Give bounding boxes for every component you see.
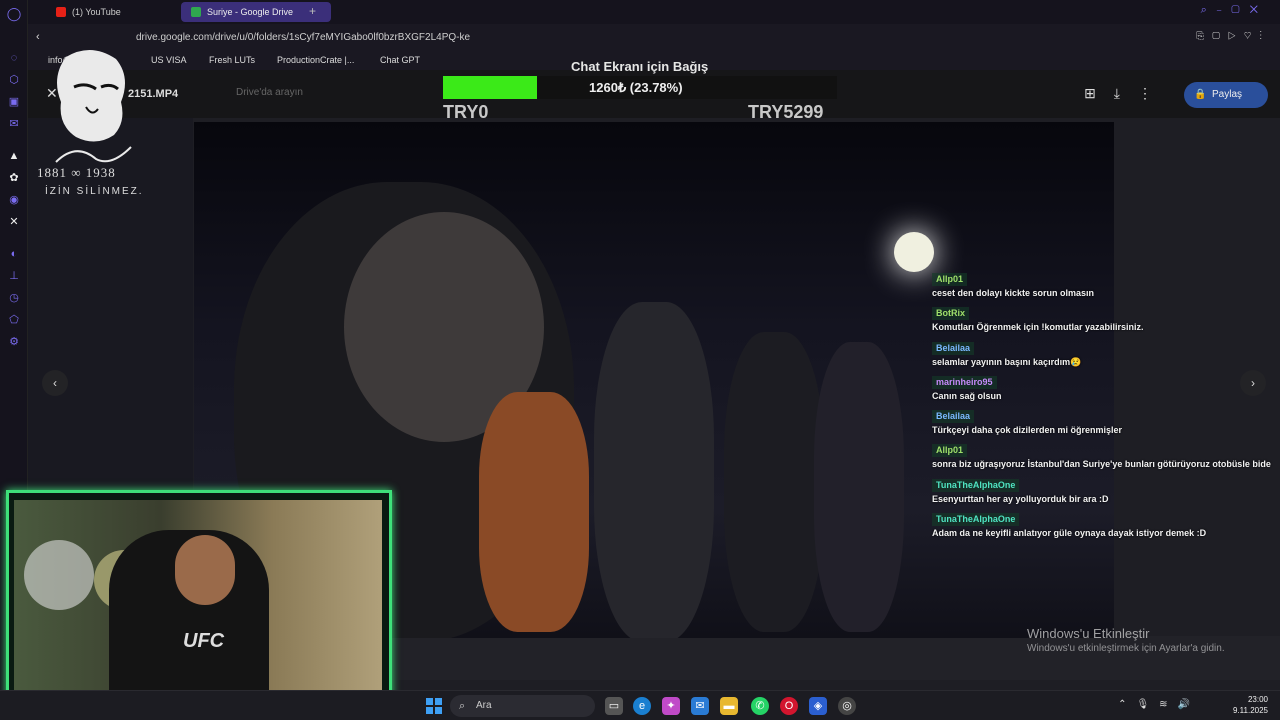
screen: ◯ ◌ ⬡ ▣ ✉ ▲ ✿ ◉ ✕ ◐ ⊥ ◷ ⬠ ⚙ (1) YouTube … bbox=[0, 0, 1280, 720]
taskbar-search-placeholder: Ara bbox=[476, 700, 492, 711]
previous-arrow-icon[interactable]: ‹ bbox=[42, 370, 68, 396]
aria-icon[interactable]: ◌ bbox=[6, 50, 22, 66]
activation-watermark-subtitle: Windows'u etkinleştirmek için Ayarlar'a … bbox=[1027, 643, 1225, 654]
window-controls[interactable]: ⌕⎯▢✕ bbox=[1201, 4, 1268, 17]
tab-label: Suriye - Google Drive bbox=[207, 7, 294, 17]
chat-username[interactable]: TunaTheAlphaOne bbox=[932, 513, 1020, 527]
bookmark-item[interactable]: US VISA bbox=[151, 55, 187, 65]
chat-text: Adam da ne keyifli anlatıyor güle oynaya… bbox=[932, 528, 1207, 539]
discord-icon[interactable]: ◉ bbox=[6, 192, 22, 208]
person-crowd bbox=[724, 332, 824, 632]
outlook-icon[interactable]: ✉ bbox=[691, 697, 709, 715]
streamer-head bbox=[175, 535, 235, 605]
search-icon: ⌕ bbox=[459, 700, 466, 712]
chat-username[interactable]: marinheiro95 bbox=[932, 375, 997, 389]
chat-message: BotRix Komutları Öğrenmek için !komutlar … bbox=[928, 306, 1280, 340]
bookmark-item[interactable]: ProductionCrate |... bbox=[277, 55, 354, 65]
chat-username[interactable]: Allp01 bbox=[932, 444, 968, 458]
decor-light bbox=[24, 540, 94, 610]
donation-progress-bar: 1260₺ (23.78%) bbox=[443, 76, 837, 99]
clock-date: 9.11.2025 bbox=[1233, 706, 1268, 715]
donation-min-label: TRY0 bbox=[443, 102, 489, 122]
taskbar: ⌕ Ara ▭ e ✦ ✉ ▬ ✆ O ◈ ◎ ⌃🎙≋🔊 23:00 9.11.… bbox=[0, 690, 1280, 720]
chat-message: TunaTheAlphaOne Esenyurttan her ay yolluy… bbox=[928, 478, 1280, 512]
extensions-icon[interactable]: ⬠ bbox=[6, 312, 22, 328]
ai-icon[interactable]: ◐ bbox=[6, 246, 22, 262]
pin-icon[interactable]: ⊥ bbox=[6, 268, 22, 284]
url-field[interactable]: drive.google.com/drive/u/0/folders/1sCyf… bbox=[136, 32, 470, 43]
shirt-logo: UFC bbox=[183, 630, 225, 652]
edge-icon[interactable]: e bbox=[633, 697, 651, 715]
tab-youtube[interactable]: (1) YouTube bbox=[46, 2, 186, 22]
youtube-icon bbox=[56, 7, 66, 17]
google-drive-icon bbox=[191, 7, 201, 17]
bookmark-item[interactable]: Fresh LUTs bbox=[209, 55, 255, 65]
chat-text: sonra biz uğraşıyoruz İstanbul'dan Suriy… bbox=[932, 459, 1271, 470]
opera-logo-icon[interactable]: ◯ bbox=[6, 6, 22, 22]
chat-text: selamlar yayının başını kaçırdım😢 bbox=[932, 356, 1082, 367]
obs-icon[interactable]: ◎ bbox=[838, 697, 856, 715]
chat-text: ceset den dolayı kickte sorun olmasın bbox=[932, 288, 1095, 298]
share-button[interactable]: 🔒 Paylaş bbox=[1184, 82, 1268, 108]
viewer-actions[interactable]: ⊞⤓⋮ bbox=[1084, 85, 1170, 102]
chat-text: Türkçeyi daha çok dizilerden mi öğrenmiş… bbox=[932, 425, 1123, 436]
donation-max-label: TRY5299 bbox=[748, 102, 824, 122]
chat-overlay: Allp01 ceset den dolayı kickte sorun olma… bbox=[928, 272, 1280, 546]
copilot-icon[interactable]: ✦ bbox=[662, 697, 680, 715]
mail-icon[interactable]: ✉ bbox=[6, 116, 22, 132]
share-label: Paylaş bbox=[1212, 89, 1243, 100]
tab-bar: (1) YouTube Suriye - Google Drive + ⌕⎯▢✕ bbox=[28, 0, 1280, 24]
chat-message: Allp01 ceset den dolayı kickte sorun olma… bbox=[928, 272, 1280, 306]
app-icon[interactable]: ◈ bbox=[809, 697, 827, 715]
ataturk-years: 1881 ∞ 1938 bbox=[37, 165, 116, 180]
clock-time: 23:00 bbox=[1247, 695, 1268, 704]
activation-watermark-title: Windows'u Etkinleştir bbox=[1027, 626, 1150, 641]
chat-text: Esenyurttan her ay yolluyorduk bir ara :… bbox=[932, 493, 1109, 504]
person-crowd bbox=[814, 342, 904, 632]
donation-progress-text: 1260₺ (23.78%) bbox=[589, 80, 683, 95]
chat-username[interactable]: TunaTheAlphaOne bbox=[932, 478, 1020, 492]
chat-text: Canın sağ olsun bbox=[932, 390, 1002, 401]
chat-message: marinheiro95 Canın sağ olsun bbox=[928, 375, 1280, 409]
whatsapp-icon[interactable]: ✆ bbox=[751, 697, 769, 715]
address-actions[interactable]: ⎘▢▷♡⋮ bbox=[1196, 31, 1270, 42]
taskbar-search-input[interactable]: ⌕ Ara bbox=[450, 695, 595, 717]
settings-icon[interactable]: ⚙ bbox=[6, 334, 22, 350]
ataturk-caption: İZİN SİLİNMEZ. bbox=[45, 186, 144, 197]
chat-username[interactable]: BotRix bbox=[932, 307, 969, 321]
street-light bbox=[894, 232, 934, 272]
x-icon[interactable]: ✕ bbox=[6, 214, 22, 230]
new-tab-button[interactable]: + bbox=[309, 4, 316, 18]
person-orange-jacket bbox=[479, 392, 589, 632]
chat-message: Allp01 sonra biz uğraşıyoruz İstanbul'dan… bbox=[928, 443, 1280, 477]
system-tray[interactable]: ⌃🎙≋🔊 bbox=[1118, 699, 1200, 710]
task-view-icon[interactable]: ▭ bbox=[605, 697, 623, 715]
chat-message: TunaTheAlphaOne Adam da ne keyifli anlatı… bbox=[928, 512, 1280, 546]
chat-username[interactable]: Belailaa bbox=[932, 341, 975, 355]
search-input[interactable]: Drive'da arayın bbox=[236, 87, 303, 98]
history-icon[interactable]: ◷ bbox=[6, 290, 22, 306]
bookmark-item[interactable]: Chat GPT bbox=[380, 55, 420, 65]
windows-start-icon[interactable] bbox=[426, 698, 442, 714]
messenger-icon[interactable]: ▣ bbox=[6, 94, 22, 110]
chat-message: Belailaa Türkçeyi daha çok dizilerden mi … bbox=[928, 409, 1280, 443]
person-crowd bbox=[594, 302, 714, 638]
donation-progress-fill bbox=[443, 76, 537, 99]
chat-username[interactable]: Allp01 bbox=[932, 273, 968, 286]
chatgpt-icon[interactable]: ✿ bbox=[6, 170, 22, 186]
chat-username[interactable]: Belailaa bbox=[932, 410, 975, 424]
donation-title: Chat Ekranı için Bağış bbox=[571, 59, 709, 74]
address-bar: ‹ drive.google.com/drive/u/0/folders/1sC… bbox=[28, 24, 1280, 52]
app-icon[interactable]: ▲ bbox=[6, 148, 22, 164]
chat-text: Komutları Öğrenmek için !komutlar yazabi… bbox=[932, 322, 1144, 333]
lock-icon: 🔒 bbox=[1194, 89, 1207, 100]
tab-label: (1) YouTube bbox=[72, 7, 121, 17]
chat-message: Belailaa selamlar yayının başını kaçırdım… bbox=[928, 341, 1280, 375]
clock[interactable]: 23:00 9.11.2025 bbox=[1233, 694, 1268, 716]
crypto-wallet-icon[interactable]: ⬡ bbox=[6, 72, 22, 88]
file-explorer-icon[interactable]: ▬ bbox=[720, 697, 738, 715]
opera-icon[interactable]: O bbox=[780, 697, 798, 715]
